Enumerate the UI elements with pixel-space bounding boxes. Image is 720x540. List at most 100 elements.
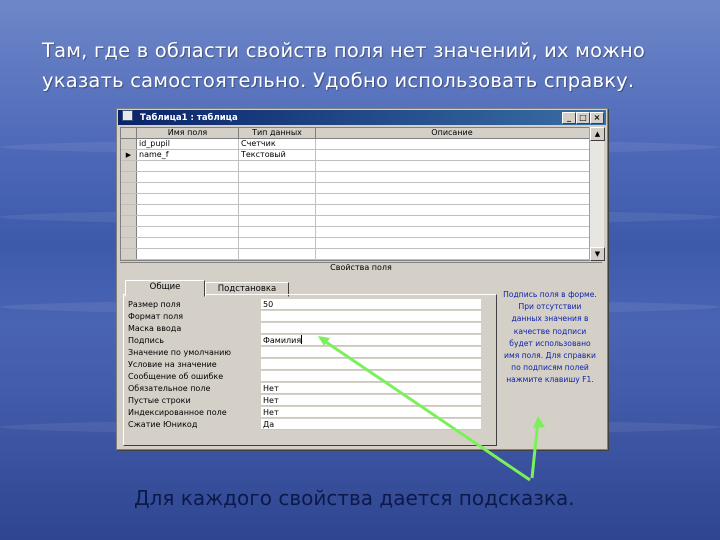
field-name-cell[interactable]: id_pupil — [137, 139, 239, 149]
field-name-cell[interactable] — [137, 194, 239, 204]
property-label: Маска ввода — [128, 324, 182, 333]
table-icon — [122, 110, 133, 121]
scroll-down-arrow-icon[interactable]: ▼ — [590, 247, 605, 261]
input-mask-input[interactable] — [261, 323, 481, 334]
slide-title: Там, где в области свойств поля нет знач… — [42, 39, 646, 92]
data-type-cell[interactable]: Текстовый — [239, 150, 316, 160]
indexed-input[interactable]: Нет — [261, 407, 481, 418]
property-label: Значение по умолчанию — [128, 348, 232, 357]
row-selector[interactable] — [121, 139, 137, 149]
property-row[interactable]: Условие на значение — [128, 359, 488, 370]
description-cell[interactable] — [316, 139, 588, 149]
property-label: Обязательное поле — [128, 384, 211, 393]
field-name-cell[interactable] — [137, 183, 239, 193]
row-selector[interactable] — [121, 205, 137, 215]
field-name-cell[interactable] — [137, 172, 239, 182]
property-label: Размер поля — [128, 300, 181, 309]
row-selector[interactable] — [121, 238, 137, 248]
field-grid: Имя поля Тип данных Описание id_pupil Сч… — [120, 127, 590, 261]
data-type-cell[interactable] — [239, 205, 316, 215]
maximize-button[interactable]: □ — [576, 112, 590, 124]
validation-text-input[interactable] — [261, 371, 481, 382]
property-row[interactable]: Обязательное поле Нет — [128, 383, 488, 394]
field-name-cell[interactable]: name_f — [137, 150, 239, 160]
vertical-scrollbar[interactable]: ▲ ▼ — [589, 127, 605, 261]
data-type-cell[interactable]: Счетчик — [239, 139, 316, 149]
field-name-cell[interactable] — [137, 238, 239, 248]
field-name-cell[interactable] — [137, 227, 239, 237]
field-name-cell[interactable] — [137, 161, 239, 171]
property-row[interactable]: Сообщение об ошибке — [128, 371, 488, 382]
minimize-button[interactable]: _ — [562, 112, 576, 124]
empty-row[interactable] — [121, 161, 589, 172]
grid-header: Имя поля Тип данных Описание — [121, 128, 589, 139]
data-type-cell[interactable] — [239, 194, 316, 204]
property-row[interactable]: Значение по умолчанию — [128, 347, 488, 358]
header-description: Описание — [431, 128, 473, 137]
property-label: Условие на значение — [128, 360, 217, 369]
row-selector-current[interactable]: ▶ — [121, 150, 137, 160]
empty-row[interactable] — [121, 194, 589, 205]
property-row[interactable]: Пустые строки Нет — [128, 395, 488, 406]
caption-value: Фамилия — [263, 336, 302, 345]
data-type-cell[interactable] — [239, 238, 316, 248]
validation-rule-input[interactable] — [261, 359, 481, 370]
unicode-compression-input[interactable]: Да — [261, 419, 481, 430]
property-row[interactable]: Формат поля — [128, 311, 488, 322]
property-row[interactable]: Маска ввода — [128, 323, 488, 334]
format-input[interactable] — [261, 311, 481, 322]
table-row[interactable]: id_pupil Счетчик — [121, 139, 589, 150]
general-properties-panel: Размер поля 50 Формат поля Маска ввода По… — [123, 294, 497, 446]
property-label: Индексированное поле — [128, 408, 227, 417]
empty-row[interactable] — [121, 183, 589, 194]
slide-caption: Для каждого свойства дается подсказка. — [134, 486, 575, 510]
caption-input[interactable]: Фамилия — [261, 335, 481, 346]
row-selector[interactable] — [121, 227, 137, 237]
row-selector[interactable] — [121, 194, 137, 204]
row-selector[interactable] — [121, 161, 137, 171]
empty-row[interactable] — [121, 172, 589, 183]
table-row[interactable]: ▶ name_f Текстовый — [121, 150, 589, 161]
data-type-cell[interactable] — [239, 161, 316, 171]
empty-row[interactable] — [121, 249, 589, 260]
data-type-cell[interactable] — [239, 216, 316, 226]
table-design-window: Таблица1 : таблица _ □ × Имя поля Тип да… — [116, 108, 608, 450]
tab-general[interactable]: Общие — [125, 280, 205, 297]
default-value-input[interactable] — [261, 347, 481, 358]
description-cell[interactable] — [316, 150, 588, 160]
field-size-input[interactable]: 50 — [261, 299, 481, 310]
property-label: Пустые строки — [128, 396, 191, 405]
header-corner — [121, 128, 137, 138]
data-type-cell[interactable] — [239, 227, 316, 237]
header-data-type: Тип данных — [239, 128, 316, 138]
field-name-cell[interactable] — [137, 249, 239, 259]
field-name-cell[interactable] — [137, 216, 239, 226]
empty-row[interactable] — [121, 216, 589, 227]
property-label: Подпись — [128, 336, 164, 345]
row-selector[interactable] — [121, 183, 137, 193]
empty-row[interactable] — [121, 227, 589, 238]
row-selector[interactable] — [121, 172, 137, 182]
property-row[interactable]: Подпись Фамилия — [128, 335, 488, 346]
field-name-cell[interactable] — [137, 205, 239, 215]
property-row[interactable]: Сжатие Юникод Да — [128, 419, 488, 430]
window-titlebar[interactable]: Таблица1 : таблица _ □ × — [118, 110, 606, 125]
data-type-cell[interactable] — [239, 183, 316, 193]
data-type-cell[interactable] — [239, 249, 316, 259]
text-cursor — [301, 335, 303, 344]
required-input[interactable]: Нет — [261, 383, 481, 394]
row-selector[interactable] — [121, 216, 137, 226]
scroll-up-arrow-icon[interactable]: ▲ — [590, 127, 605, 141]
empty-row[interactable] — [121, 205, 589, 216]
data-type-cell[interactable] — [239, 172, 316, 182]
row-selector[interactable] — [121, 249, 137, 259]
property-row[interactable]: Индексированное поле Нет — [128, 407, 488, 418]
window-title: Таблица1 : таблица — [139, 113, 238, 123]
field-properties-label: Свойства поля — [120, 262, 602, 272]
empty-row[interactable] — [121, 238, 589, 249]
property-label: Сжатие Юникод — [128, 420, 198, 429]
close-button[interactable]: × — [590, 112, 604, 124]
allow-empty-input[interactable]: Нет — [261, 395, 481, 406]
header-field-name: Имя поля — [137, 128, 239, 138]
property-row[interactable]: Размер поля 50 — [128, 299, 488, 310]
